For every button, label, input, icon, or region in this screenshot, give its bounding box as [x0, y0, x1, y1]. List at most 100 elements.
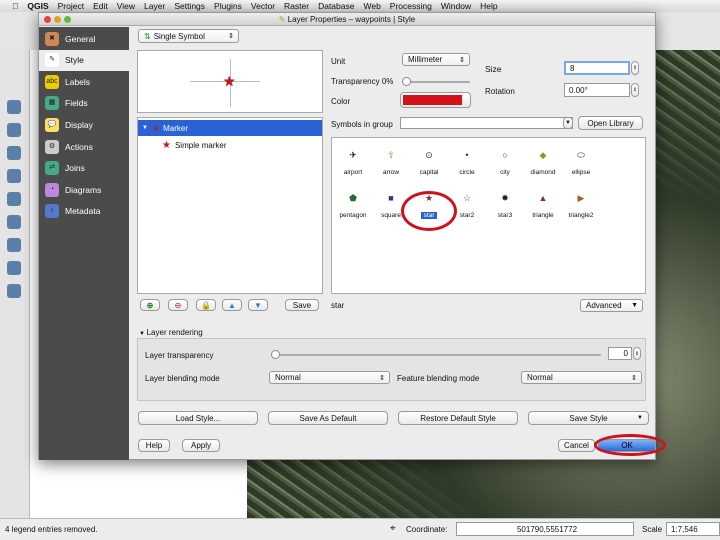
symbol-circle[interactable]: • circle — [448, 148, 486, 176]
qgis-icon: ✎ — [278, 15, 286, 24]
remove-symbol-layer-button[interactable]: ⊖ — [168, 299, 188, 311]
cancel-button[interactable]: Cancel — [558, 439, 595, 452]
rotation-spin-arrows[interactable]: ⇕ — [631, 83, 639, 97]
renderer-select[interactable]: ⇅ Single Symbol ⇕ — [138, 29, 239, 43]
layer-transparency-spin-arrows[interactable]: ⇕ — [633, 347, 641, 360]
symbol-library-grid: ✈ airport ⇧ arrow ⊙ capital • circle ○ city ◆ diamo… — [331, 137, 646, 294]
star-icon: ★ — [151, 123, 160, 133]
symbol-pentagon[interactable]: ⬟ pentagon — [334, 191, 372, 219]
symbol-triangle[interactable]: ▲ triangle — [524, 191, 562, 219]
sidebar-item-label: Style — [65, 55, 84, 66]
symbol-triangle2[interactable]: ▶ triangle2 — [562, 191, 600, 219]
sidebar-item-display[interactable]: 💬 Display — [39, 114, 129, 135]
sidebar-item-metadata[interactable]: i Metadata — [39, 201, 129, 222]
menu-edit[interactable]: Edit — [93, 1, 108, 11]
layer-transparency-slider[interactable] — [271, 350, 601, 359]
menu-project[interactable]: Project — [58, 1, 84, 11]
color-button[interactable] — [400, 92, 471, 108]
dialog-title-bar: ✎ Layer Properties – waypoints | Style — [39, 13, 655, 26]
new-layer-icon[interactable] — [7, 284, 21, 298]
coordinate-toggle-icon[interactable]: ⌖ — [390, 523, 396, 534]
add-wfs-icon[interactable] — [7, 261, 21, 275]
menu-view[interactable]: View — [117, 1, 135, 11]
sidebar-item-fields[interactable]: ▦ Fields — [39, 93, 129, 114]
move-up-button[interactable]: ▲ — [222, 299, 242, 311]
symbol-diamond[interactable]: ◆ diamond — [524, 148, 562, 176]
symbol-capital[interactable]: ⊙ capital — [410, 148, 448, 176]
symbol-city[interactable]: ○ city — [486, 148, 524, 176]
save-style-button[interactable]: Save Style ▼ — [528, 411, 649, 425]
apply-button[interactable]: Apply — [182, 439, 220, 452]
zoom-button[interactable] — [64, 16, 71, 23]
add-raster-icon[interactable] — [7, 123, 21, 137]
symbol-label: city — [500, 169, 510, 176]
apple-icon[interactable]:  — [12, 1, 18, 11]
menu-app[interactable]: QGIS — [27, 1, 48, 11]
menu-plugins[interactable]: Plugins — [214, 1, 242, 11]
menu-settings[interactable]: Settings — [174, 1, 205, 11]
feature-blending-select[interactable]: Normal ⇕ — [521, 371, 642, 384]
restore-default-style-button[interactable]: Restore Default Style — [398, 411, 518, 425]
color-swatch — [403, 95, 462, 105]
save-as-default-button[interactable]: Save As Default — [268, 411, 388, 425]
menu-web[interactable]: Web — [363, 1, 380, 11]
menu-processing[interactable]: Processing — [390, 1, 432, 11]
capital-icon: ⊙ — [425, 150, 433, 160]
symbol-star3[interactable]: ✸ star3 — [486, 191, 524, 219]
size-spinbox[interactable]: 8 — [564, 61, 630, 75]
highlight-circle-ok — [594, 434, 666, 456]
symbol-label: arrow — [382, 169, 400, 176]
advanced-button[interactable]: Advanced ▼ — [580, 299, 643, 312]
menu-vector[interactable]: Vector — [251, 1, 275, 11]
scale-field[interactable]: 1:7,546 — [666, 522, 720, 536]
menu-window[interactable]: Window — [441, 1, 471, 11]
rotation-label: Rotation — [485, 87, 515, 96]
load-style-button[interactable]: Load Style... — [138, 411, 258, 425]
tree-item-simple-marker[interactable]: ★ Simple marker — [162, 140, 227, 151]
tree-item-marker[interactable]: ▼ ★ Marker — [138, 120, 322, 136]
sidebar-item-diagrams[interactable]: ◔ Diagrams — [39, 179, 129, 200]
symbol-group-select[interactable] — [400, 117, 573, 129]
layer-transparency-spinbox[interactable]: 0 — [608, 347, 632, 360]
menu-layer[interactable]: Layer — [144, 1, 165, 11]
minimize-button[interactable] — [54, 16, 61, 23]
gear-icon: ⚙ — [45, 139, 59, 154]
save-symbol-button[interactable]: Save — [285, 299, 319, 311]
coordinate-field[interactable]: 501790,5551772 — [456, 522, 634, 536]
transparency-slider[interactable] — [402, 77, 470, 86]
add-wms-icon[interactable] — [7, 215, 21, 229]
symbol-arrow[interactable]: ⇧ arrow — [372, 148, 410, 176]
help-button[interactable]: Help — [138, 439, 170, 452]
layer-blending-select[interactable]: Normal ⇕ — [269, 371, 390, 384]
add-spatialite-icon[interactable] — [7, 169, 21, 183]
star3-icon: ✸ — [501, 193, 509, 203]
menu-help[interactable]: Help — [480, 1, 497, 11]
rotation-spinbox[interactable]: 0.00° — [564, 83, 630, 97]
symbol-group-dropdown[interactable]: ▼ — [563, 117, 573, 129]
sidebar-item-style[interactable]: ✎ Style — [39, 49, 129, 71]
unit-select[interactable]: Millimeter ⇕ — [402, 53, 470, 66]
add-symbol-layer-button[interactable]: ⊕ — [140, 299, 160, 311]
move-down-button[interactable]: ▼ — [248, 299, 268, 311]
speech-bubble-icon: 💬 — [45, 117, 59, 132]
open-library-button[interactable]: Open Library — [578, 116, 643, 130]
city-icon: ○ — [502, 150, 508, 160]
sidebar-item-actions[interactable]: ⚙ Actions — [39, 136, 129, 157]
triangle-icon: ▲ — [538, 193, 548, 203]
add-wcs-icon[interactable] — [7, 238, 21, 252]
symbol-airport[interactable]: ✈ airport — [334, 148, 372, 176]
layer-properties-dialog: ✎ Layer Properties – waypoints | Style ✖… — [38, 12, 666, 460]
add-vector-icon[interactable] — [7, 100, 21, 114]
menu-database[interactable]: Database — [318, 1, 354, 11]
layer-rendering-header[interactable]: ▼ Layer rendering — [139, 328, 203, 337]
lock-layer-button[interactable]: 🔒 — [196, 299, 216, 311]
add-mssql-icon[interactable] — [7, 192, 21, 206]
menu-raster[interactable]: Raster — [284, 1, 309, 11]
sidebar-item-labels[interactable]: abc Labels — [39, 71, 129, 92]
sidebar-item-general[interactable]: ✖ General — [39, 28, 129, 49]
close-button[interactable] — [44, 16, 51, 23]
symbol-ellipse[interactable]: ⬭ ellipse — [562, 148, 600, 176]
size-spin-arrows[interactable]: ⇕ — [631, 61, 639, 75]
sidebar-item-joins[interactable]: ⇄ Joins — [39, 158, 129, 179]
add-postgis-icon[interactable] — [7, 146, 21, 160]
